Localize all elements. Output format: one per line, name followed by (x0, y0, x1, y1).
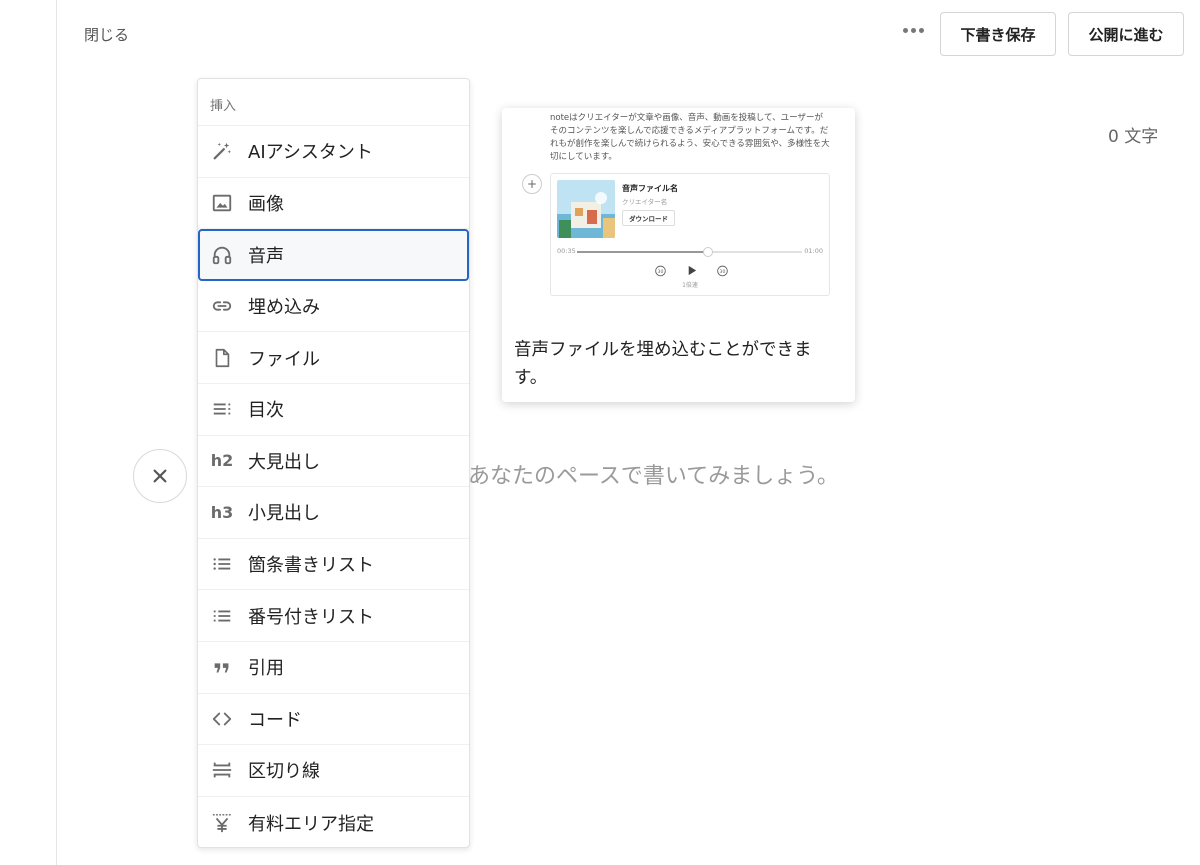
more-options-icon[interactable] (898, 20, 928, 40)
time-current: 00:35 (557, 247, 576, 255)
skip-back-label: 30 (657, 268, 663, 274)
plus-icon: + (522, 174, 542, 194)
insert-item-image[interactable]: 画像 (198, 178, 469, 230)
insert-item-toc[interactable]: 目次 (198, 384, 469, 436)
skip-back-icon: 30 (653, 263, 667, 277)
image-icon (210, 191, 234, 215)
bullet-list-icon (210, 552, 234, 576)
insert-item-divider[interactable]: 区切り線 (198, 745, 469, 797)
skip-forward-icon: 30 (715, 263, 729, 277)
insert-item-file[interactable]: ファイル (198, 332, 469, 384)
audio-preview-card: noteはクリエイターが文章や画像、音声、動画を投稿して、ユーザーがそのコンテン… (502, 108, 855, 402)
close-link[interactable]: 閉じる (84, 24, 129, 45)
insert-item-label: AIアシスタント (248, 142, 373, 164)
yen-icon (210, 811, 234, 835)
skip-forward-label: 30 (719, 268, 725, 274)
audio-title: 音声ファイル名 (622, 184, 678, 193)
insert-item-label: 箇条書きリスト (248, 555, 374, 577)
link-icon (210, 294, 234, 318)
insert-item-label: 有料エリア指定 (248, 813, 374, 835)
close-icon (153, 469, 167, 483)
insert-item-label: 画像 (248, 193, 284, 215)
h3-icon: h3 (210, 502, 234, 522)
headphones-icon (210, 243, 234, 267)
insert-item-heading-small[interactable]: h3 小見出し (198, 487, 469, 539)
insert-item-numbered-list[interactable]: 番号付きリスト (198, 590, 469, 642)
publish-button[interactable]: 公開に進む (1068, 12, 1184, 56)
insert-item-label: 目次 (248, 400, 284, 422)
insert-item-label: 区切り線 (248, 761, 320, 783)
preview-body-text: noteはクリエイターが文章や画像、音声、動画を投稿して、ユーザーがそのコンテン… (550, 113, 830, 162)
insert-menu-title: 挿入 (198, 79, 469, 126)
progress-fill (577, 251, 708, 253)
insert-item-label: ファイル (248, 348, 320, 370)
preview-caption: 音声ファイルを埋め込むことができます。 (514, 340, 812, 388)
insert-item-embed[interactable]: 埋め込み (198, 281, 469, 333)
insert-item-label: 大見出し (248, 451, 320, 473)
audio-player: 音声ファイル名 クリエイター名 ダウンロード 00:35 01:00 30 30… (550, 173, 830, 296)
play-icon (684, 263, 698, 277)
insert-item-paid-area[interactable]: 有料エリア指定 (198, 797, 469, 847)
insert-item-label: 番号付きリスト (248, 606, 374, 628)
file-icon (210, 346, 234, 370)
time-total: 01:00 (804, 247, 823, 255)
close-menu-button[interactable] (133, 449, 187, 503)
download-button: ダウンロード (622, 210, 675, 226)
insert-item-audio[interactable]: 音声 (198, 229, 469, 281)
insert-item-label: 音声 (248, 245, 284, 267)
audio-creator: クリエイター名 (622, 198, 668, 206)
save-draft-button[interactable]: 下書き保存 (940, 12, 1056, 56)
insert-item-heading-large[interactable]: h2 大見出し (198, 436, 469, 488)
insert-item-ai-assistant[interactable]: AIアシスタント (198, 126, 469, 178)
h2-icon: h2 (210, 451, 234, 471)
numbered-list-icon (210, 604, 234, 628)
insert-item-label: 小見出し (248, 503, 320, 525)
playback-speed: 1倍速 (682, 282, 698, 289)
insert-item-label: 引用 (248, 658, 284, 680)
divider-icon (210, 758, 234, 782)
player-controls: 30 30 (653, 262, 729, 278)
toc-icon (210, 397, 234, 421)
magic-wand-icon (210, 139, 234, 163)
insert-item-code[interactable]: コード (198, 694, 469, 746)
char-count: 0 文字 (1108, 127, 1159, 147)
editor-placeholder[interactable]: あなたのペースで書いてみましょう。 (468, 458, 839, 490)
progress-track (577, 247, 802, 257)
quote-icon (210, 655, 234, 679)
insert-menu: 挿入 AIアシスタント 画像 音声 埋め込み ファイル 目次 h2 大見出し h… (197, 78, 470, 848)
cover-art-image (557, 180, 615, 238)
insert-item-label: 埋め込み (248, 297, 320, 319)
editor-left-rule (56, 0, 57, 865)
code-icon (210, 707, 234, 731)
progress-knob (702, 247, 713, 257)
insert-item-label: コード (248, 709, 302, 731)
insert-item-quote[interactable]: 引用 (198, 642, 469, 694)
insert-item-bullet-list[interactable]: 箇条書きリスト (198, 539, 469, 591)
